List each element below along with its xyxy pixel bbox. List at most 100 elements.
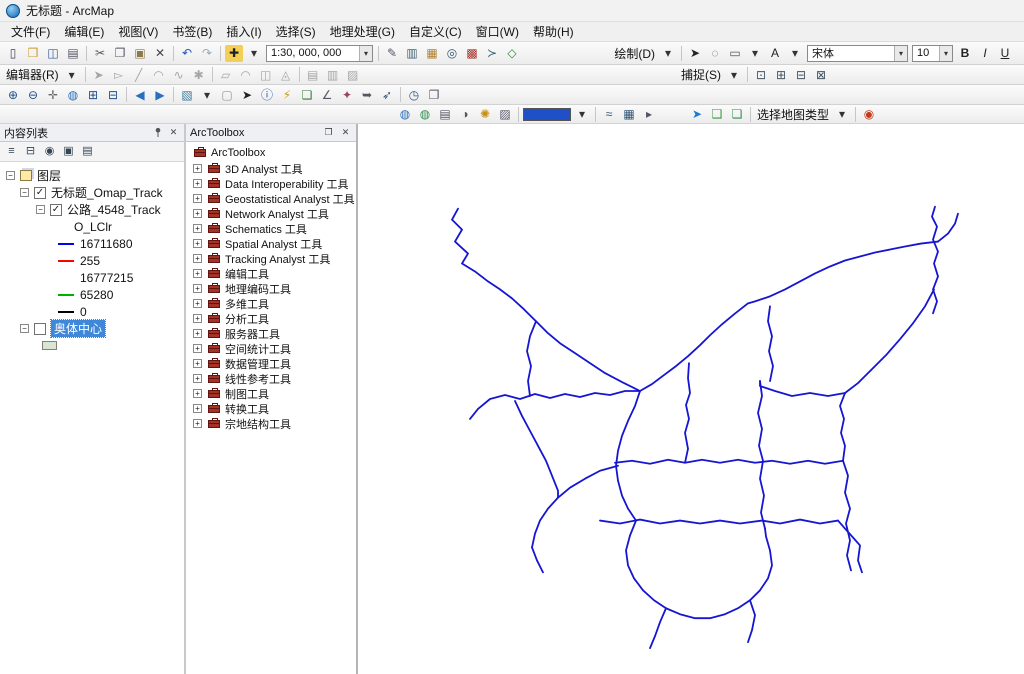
expand-icon[interactable]: + bbox=[193, 404, 202, 413]
expand-icon[interactable]: + bbox=[193, 164, 202, 173]
file-menu[interactable]: 文件(F) bbox=[4, 21, 57, 42]
expand-icon[interactable]: + bbox=[193, 224, 202, 233]
next-extent-icon[interactable]: ▶ bbox=[151, 86, 169, 103]
create-features-icon[interactable]: ▤ bbox=[304, 66, 322, 83]
catalog-window-icon[interactable]: ▦ bbox=[423, 45, 441, 62]
viewer-window-icon[interactable]: ❐ bbox=[425, 86, 443, 103]
selection-menu[interactable]: 选择(S) bbox=[269, 21, 323, 42]
html-popup-icon[interactable]: ❏ bbox=[298, 86, 316, 103]
text-dropdown-icon[interactable]: ▾ bbox=[786, 45, 804, 62]
table-window-icon[interactable]: ▥ bbox=[403, 45, 421, 62]
close-icon[interactable]: ✕ bbox=[167, 126, 180, 139]
publish-icon[interactable]: ➤ bbox=[688, 106, 706, 123]
editor-menu-label[interactable]: 编辑器(R) bbox=[3, 66, 62, 83]
add-data-icon[interactable]: ✚ bbox=[225, 45, 243, 62]
toc-layers-row[interactable]: − 图层 bbox=[0, 167, 184, 184]
scale-combo[interactable]: 1:30, 000, 000▾ bbox=[266, 45, 373, 62]
print-icon[interactable]: ▤ bbox=[64, 45, 82, 62]
expand-icon[interactable]: + bbox=[193, 239, 202, 248]
toolbox-item[interactable]: +Schematics 工具 bbox=[186, 221, 356, 236]
map-canvas[interactable] bbox=[358, 124, 1024, 674]
toolbox-item[interactable]: +分析工具 bbox=[186, 311, 356, 326]
pin-icon[interactable] bbox=[153, 127, 163, 138]
measure-icon[interactable]: ∠ bbox=[318, 86, 336, 103]
toolbox-item[interactable]: +服务器工具 bbox=[186, 326, 356, 341]
color-ramp-combo[interactable] bbox=[523, 108, 571, 121]
edit-annotation-tool-icon[interactable]: ▻ bbox=[110, 66, 128, 83]
expand-icon[interactable]: + bbox=[193, 299, 202, 308]
new-text-icon[interactable]: A bbox=[766, 45, 784, 62]
expand-icon[interactable]: + bbox=[193, 359, 202, 368]
select-elements-icon[interactable]: ➤ bbox=[686, 45, 704, 62]
attributes-icon[interactable]: ▥ bbox=[324, 66, 342, 83]
new-rectangle-icon[interactable]: ▭ bbox=[726, 45, 744, 62]
close-icon[interactable]: ✕ bbox=[339, 126, 352, 139]
cut-polygons-icon[interactable]: ◫ bbox=[257, 66, 275, 83]
point-tool-icon[interactable]: ✱ bbox=[190, 66, 208, 83]
go-to-xy-icon[interactable]: ➶ bbox=[378, 86, 396, 103]
window-menu[interactable]: 窗口(W) bbox=[469, 21, 526, 42]
zoom-out-icon[interactable]: ⊖ bbox=[24, 86, 42, 103]
time-slider-icon[interactable]: ◷ bbox=[405, 86, 423, 103]
straight-segment-icon[interactable]: ╱ bbox=[130, 66, 148, 83]
toolbox-item[interactable]: +数据管理工具 bbox=[186, 356, 356, 371]
edit-menu[interactable]: 编辑(E) bbox=[57, 21, 111, 42]
toolbox-item[interactable]: +多维工具 bbox=[186, 296, 356, 311]
expand-icon[interactable]: + bbox=[193, 209, 202, 218]
save-icon[interactable]: ◫ bbox=[44, 45, 62, 62]
toc-selected-layer-row[interactable]: − 奥体中心 bbox=[0, 320, 184, 337]
select-elements-tool-icon[interactable]: ➤ bbox=[238, 86, 256, 103]
identify-icon[interactable]: ⓘ bbox=[258, 86, 276, 103]
arctoolbox-root-item[interactable]: ArcToolbox bbox=[186, 145, 356, 161]
previous-extent-icon[interactable]: ◀ bbox=[131, 86, 149, 103]
arctoolbox-window-icon[interactable]: ▩ bbox=[463, 45, 481, 62]
open-folder-icon[interactable]: ❒ bbox=[24, 45, 42, 62]
customize-menu[interactable]: 自定义(C) bbox=[402, 21, 469, 42]
group-layer-checkbox[interactable]: ✓ bbox=[34, 187, 46, 199]
expand-icon[interactable]: + bbox=[193, 269, 202, 278]
expand-icon[interactable]: + bbox=[193, 284, 202, 293]
sketch-properties-icon[interactable]: ▨ bbox=[344, 66, 362, 83]
group-layer-label[interactable]: 无标题_Omap_Track bbox=[51, 184, 163, 201]
bookmarks-menu[interactable]: 书签(B) bbox=[165, 21, 219, 42]
selected-layer-checkbox[interactable] bbox=[34, 323, 46, 335]
cut-icon[interactable]: ✂ bbox=[91, 45, 109, 62]
toolbox-item[interactable]: +宗地结构工具 bbox=[186, 416, 356, 431]
python-window-icon[interactable]: ≻ bbox=[483, 45, 501, 62]
toolbox-item[interactable]: +Tracking Analyst 工具 bbox=[186, 251, 356, 266]
contrast-icon[interactable]: ◑ bbox=[456, 106, 474, 123]
toolbox-item[interactable]: +地理编码工具 bbox=[186, 281, 356, 296]
edit-tool-icon[interactable]: ➤ bbox=[90, 66, 108, 83]
brightness-icon[interactable]: ✺ bbox=[476, 106, 494, 123]
font-combo-dropdown-icon[interactable]: ▾ bbox=[894, 46, 907, 61]
story-icon[interactable]: ❑ bbox=[708, 106, 726, 123]
scale-combo-dropdown-icon[interactable]: ▾ bbox=[359, 46, 372, 61]
redo-icon[interactable]: ↷ bbox=[198, 45, 216, 62]
list-by-source-icon[interactable]: ⊟ bbox=[22, 144, 39, 160]
select-features-icon[interactable]: ▧ bbox=[178, 86, 196, 103]
geoprocessing-menu[interactable]: 地理处理(G) bbox=[323, 21, 402, 42]
find-route-icon[interactable]: ➥ bbox=[358, 86, 376, 103]
point-snapping-icon[interactable]: ⊡ bbox=[752, 66, 770, 83]
fixed-zoom-out-icon[interactable]: ⊟ bbox=[104, 86, 122, 103]
shape-dropdown-icon[interactable]: ▾ bbox=[746, 45, 764, 62]
copy-icon[interactable]: ❐ bbox=[111, 45, 129, 62]
fixed-zoom-in-icon[interactable]: ⊞ bbox=[84, 86, 102, 103]
toolbox-item[interactable]: +Geostatistical Analyst 工具 bbox=[186, 191, 356, 206]
expand-icon[interactable]: + bbox=[193, 314, 202, 323]
pan-icon[interactable]: ✛ bbox=[44, 86, 62, 103]
map-type-dropdown-icon[interactable]: ▾ bbox=[833, 106, 851, 123]
list-by-visibility-icon[interactable]: ◉ bbox=[41, 144, 58, 160]
edge-snapping-icon[interactable]: ⊠ bbox=[812, 66, 830, 83]
toolbox-item[interactable]: +编辑工具 bbox=[186, 266, 356, 281]
list-by-drawing-order-icon[interactable]: ≡ bbox=[3, 144, 20, 160]
legend-item[interactable]: 16777215 bbox=[0, 269, 184, 286]
vertex-snapping-icon[interactable]: ⊟ bbox=[792, 66, 810, 83]
toolbox-item[interactable]: +线性参考工具 bbox=[186, 371, 356, 386]
zoom-in-icon[interactable]: ⊕ bbox=[4, 86, 22, 103]
find-icon[interactable]: ✦ bbox=[338, 86, 356, 103]
polygon-symbol-swatch[interactable] bbox=[42, 341, 57, 350]
draw-dropdown-icon[interactable]: ▾ bbox=[659, 45, 677, 62]
legend-item[interactable]: 0 bbox=[0, 303, 184, 320]
select-features-dropdown-icon[interactable]: ▾ bbox=[198, 86, 216, 103]
